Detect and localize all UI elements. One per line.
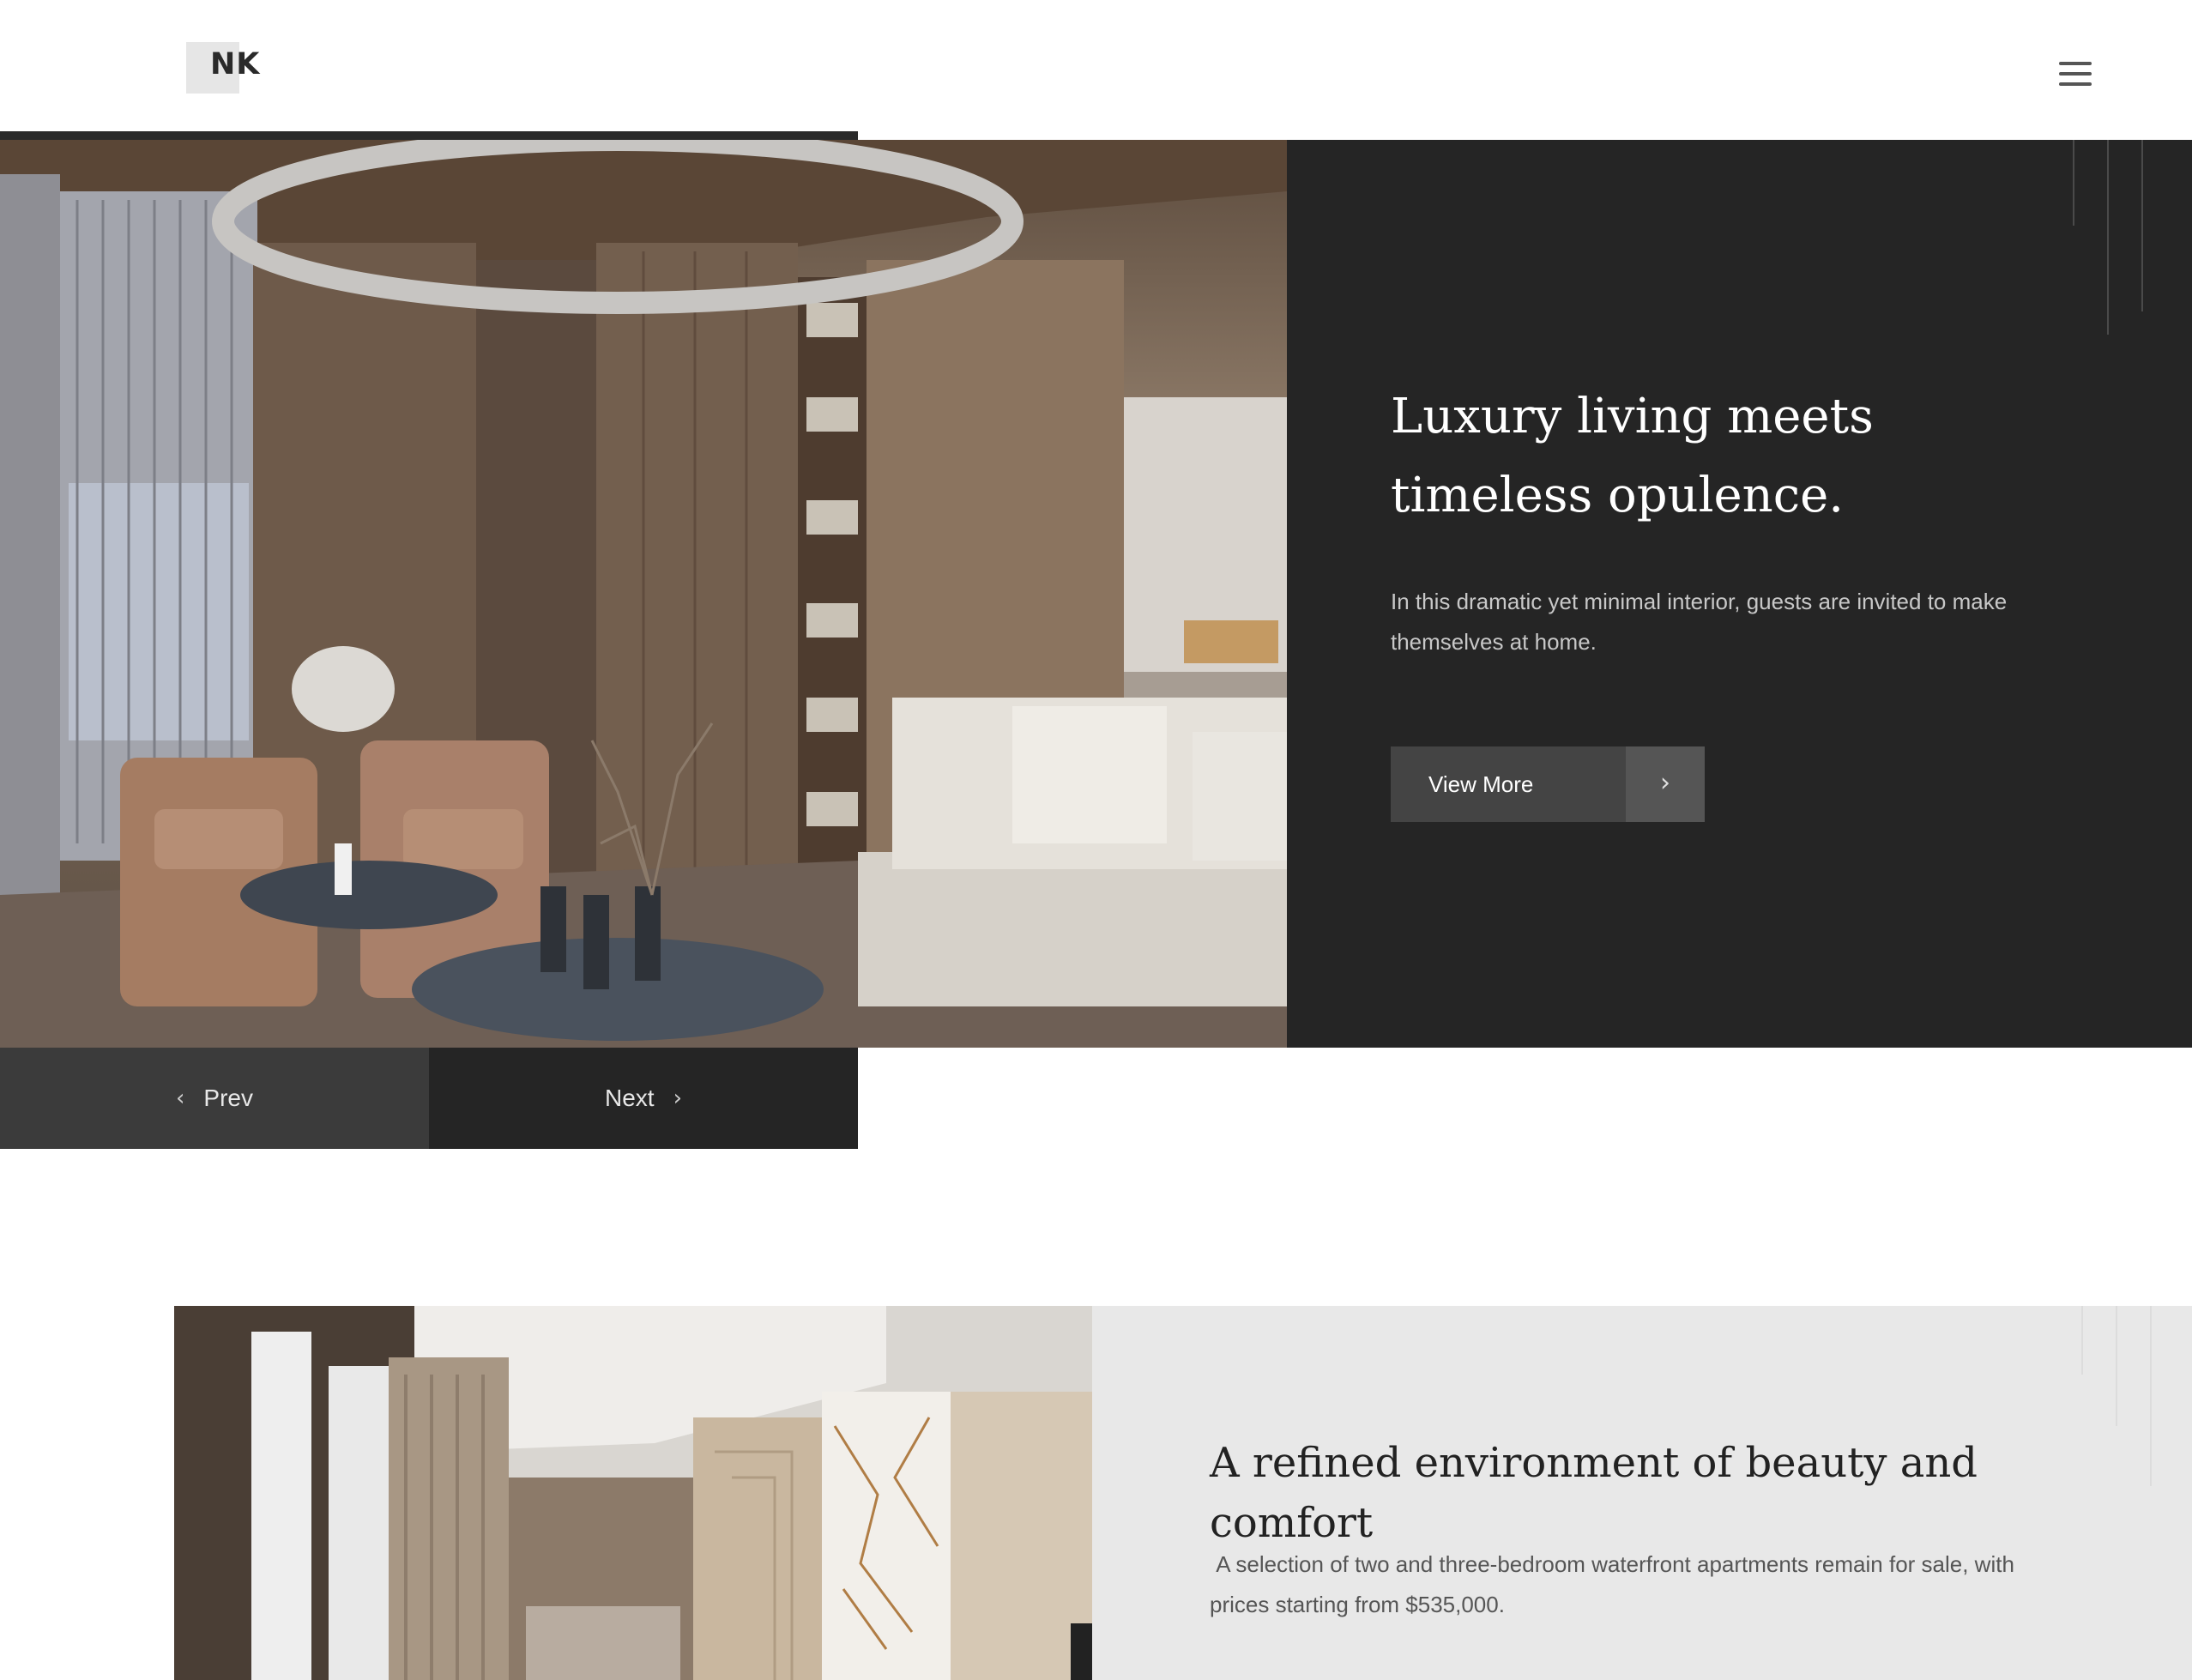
decorative-line	[2073, 140, 2074, 226]
view-more-button[interactable]: View More ›	[1391, 746, 1705, 822]
section2-title: A refined environment of beauty and comf…	[1210, 1439, 1978, 1547]
living-room-illustration	[0, 140, 1287, 1048]
next-label: Next	[605, 1085, 655, 1111]
hero-title: Luxury living meets timeless opulence.	[1391, 389, 1874, 523]
decorative-line	[2107, 140, 2109, 335]
section2-image	[174, 1306, 1092, 1680]
chevron-right-icon[interactable]: ›	[1626, 746, 1705, 822]
prev-label: Prev	[203, 1085, 253, 1111]
next-button[interactable]: Next ›	[429, 1048, 858, 1149]
hamburger-menu-icon[interactable]	[2056, 58, 2095, 91]
decorative-line	[2116, 1306, 2117, 1426]
decorative-line	[2141, 140, 2143, 311]
chevron-right-icon: ›	[673, 1085, 682, 1111]
slider-navigation: ‹ Prev Next ›	[0, 1048, 858, 1149]
hero-image	[0, 140, 1287, 1048]
view-more-label[interactable]: View More	[1391, 746, 1626, 822]
prev-button[interactable]: ‹ Prev	[0, 1048, 429, 1149]
logo[interactable]: NK	[210, 50, 260, 80]
decorative-line	[2081, 1306, 2083, 1375]
hero-description: In this dramatic yet minimal interior, g…	[1391, 589, 2008, 655]
kitchen-illustration	[174, 1306, 1092, 1680]
section2-description: A selection of two and three-bedroom wat…	[1210, 1551, 2021, 1617]
chevron-left-icon: ‹	[176, 1085, 185, 1111]
